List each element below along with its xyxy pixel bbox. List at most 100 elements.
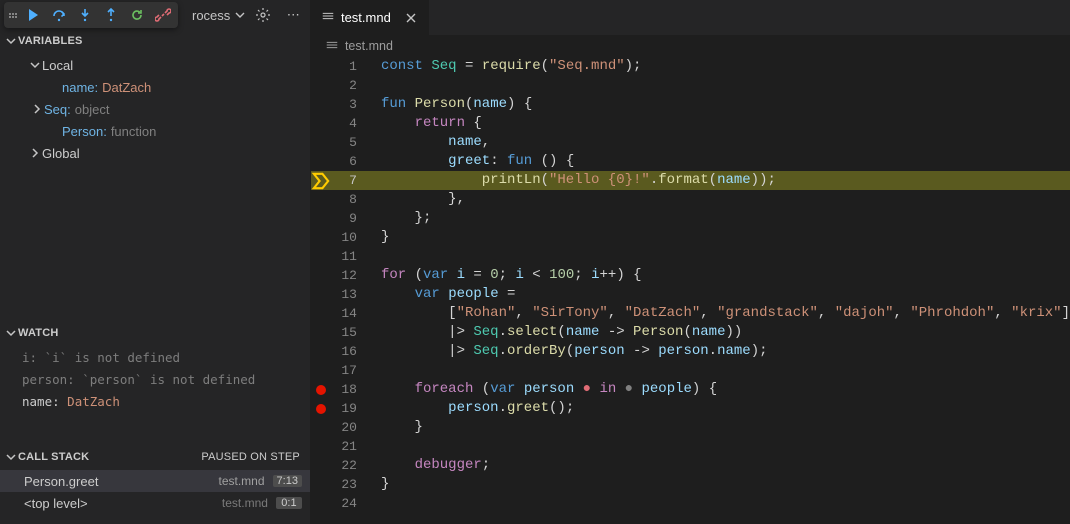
- code-line[interactable]: 2: [311, 76, 1070, 95]
- code-line[interactable]: 18 foreach (var person ● in ● people) {: [311, 380, 1070, 399]
- code-line[interactable]: 4 return {: [311, 114, 1070, 133]
- continue-button[interactable]: [20, 2, 46, 28]
- var-name[interactable]: name: DatZach: [0, 76, 310, 98]
- line-number: 21: [331, 437, 371, 456]
- watch-header[interactable]: WATCH: [0, 322, 310, 344]
- line-content: |> Seq.orderBy(person -> person.name);: [371, 342, 1070, 361]
- breadcrumb[interactable]: test.mnd: [311, 35, 1070, 57]
- line-content: debugger;: [371, 456, 1070, 475]
- tab-label: test.mnd: [341, 10, 391, 25]
- editor-area: test.mnd test.mnd 1const Seq = require("…: [310, 0, 1070, 524]
- callstack-status: PAUSED ON STEP: [201, 451, 310, 463]
- breakpoint-icon: [316, 385, 326, 395]
- chevron-right-icon: [30, 103, 44, 115]
- var-person[interactable]: Person: function: [0, 120, 310, 142]
- variables-panel: Local name: DatZach Seq: object Person: …: [0, 52, 310, 282]
- code-line[interactable]: 6 greet: fun () {: [311, 152, 1070, 171]
- code-line[interactable]: 16 |> Seq.orderBy(person -> person.name)…: [311, 342, 1070, 361]
- debug-sidebar: rocess ⋯ VARIABLES Local name: DatZach S…: [0, 0, 310, 524]
- watch-item[interactable]: i: `i` is not defined: [0, 346, 310, 368]
- watch-item[interactable]: name: DatZach: [0, 390, 310, 412]
- line-number: 22: [331, 456, 371, 475]
- line-number: 14: [331, 304, 371, 323]
- line-content: };: [371, 209, 1070, 228]
- line-content: }: [371, 228, 1070, 247]
- code-line[interactable]: 8 },: [311, 190, 1070, 209]
- more-actions-icon[interactable]: ⋯: [280, 2, 306, 28]
- chevron-down-icon: [4, 35, 18, 47]
- line-content: foreach (var person ● in ● people) {: [371, 380, 1070, 399]
- line-number: 20: [331, 418, 371, 437]
- line-number: 23: [331, 475, 371, 494]
- settings-gear-icon[interactable]: [250, 2, 276, 28]
- code-line[interactable]: 5 name,: [311, 133, 1070, 152]
- code-line[interactable]: 10}: [311, 228, 1070, 247]
- code-line[interactable]: 13 var people =: [311, 285, 1070, 304]
- scope-local[interactable]: Local: [0, 54, 310, 76]
- code-line[interactable]: 19 person.greet();: [311, 399, 1070, 418]
- disconnect-button[interactable]: [150, 2, 176, 28]
- line-number: 3: [331, 95, 371, 114]
- code-line[interactable]: 23}: [311, 475, 1070, 494]
- gutter-glyph[interactable]: [311, 171, 331, 191]
- code-line[interactable]: 11: [311, 247, 1070, 266]
- stack-frame[interactable]: <top level> test.mnd 0:1: [0, 492, 310, 514]
- line-number: 11: [331, 247, 371, 266]
- line-number: 15: [331, 323, 371, 342]
- callstack-title: CALL STACK: [18, 451, 89, 463]
- code-line[interactable]: 22 debugger;: [311, 456, 1070, 475]
- line-number: 5: [331, 133, 371, 152]
- code-line[interactable]: 12for (var i = 0; i < 100; i++) {: [311, 266, 1070, 285]
- scope-local-label: Local: [42, 58, 73, 73]
- line-number: 18: [331, 380, 371, 399]
- debug-config-dropdown[interactable]: rocess: [192, 8, 246, 23]
- code-line[interactable]: 24: [311, 494, 1070, 513]
- line-content: }: [371, 418, 1070, 437]
- debug-config-label: rocess: [192, 8, 230, 23]
- code-line[interactable]: 1const Seq = require("Seq.mnd");: [311, 57, 1070, 76]
- restart-button[interactable]: [124, 2, 150, 28]
- tab-bar: test.mnd: [311, 0, 1070, 35]
- code-line[interactable]: 3fun Person(name) {: [311, 95, 1070, 114]
- code-line[interactable]: 7 printLn("Hello {0}!".format(name));: [311, 171, 1070, 190]
- code-line[interactable]: 14 ["Rohan", "SirTony", "DatZach", "gran…: [311, 304, 1070, 323]
- file-icon: [321, 9, 335, 26]
- step-over-button[interactable]: [46, 2, 72, 28]
- line-number: 10: [331, 228, 371, 247]
- stack-frame[interactable]: Person.greet test.mnd 7:13: [0, 470, 310, 492]
- step-out-button[interactable]: [98, 2, 124, 28]
- current-line-icon: [311, 171, 331, 191]
- code-line[interactable]: 20 }: [311, 418, 1070, 437]
- debug-toolbar: [4, 2, 178, 28]
- code-editor[interactable]: 1const Seq = require("Seq.mnd");23fun Pe…: [311, 57, 1070, 524]
- scope-global[interactable]: Global: [0, 142, 310, 164]
- file-icon: [325, 38, 339, 55]
- line-content: var people =: [371, 285, 1070, 304]
- line-content: |> Seq.select(name -> Person(name)): [371, 323, 1070, 342]
- callstack-header[interactable]: CALL STACK PAUSED ON STEP: [0, 446, 310, 468]
- toolbar-grip[interactable]: [6, 13, 20, 18]
- chevron-down-icon: [28, 59, 42, 71]
- watch-item[interactable]: person: `person` is not defined: [0, 368, 310, 390]
- line-content: fun Person(name) {: [371, 95, 1070, 114]
- line-content: person.greet();: [371, 399, 1070, 418]
- tab-active[interactable]: test.mnd: [311, 0, 430, 35]
- watch-title: WATCH: [18, 327, 59, 339]
- line-number: 13: [331, 285, 371, 304]
- line-number: 4: [331, 114, 371, 133]
- gutter-glyph[interactable]: [311, 404, 331, 414]
- close-icon[interactable]: [403, 10, 419, 26]
- line-number: 17: [331, 361, 371, 380]
- code-line[interactable]: 9 };: [311, 209, 1070, 228]
- step-into-button[interactable]: [72, 2, 98, 28]
- code-line[interactable]: 17: [311, 361, 1070, 380]
- line-number: 7: [331, 171, 371, 190]
- callstack-panel: Person.greet test.mnd 7:13 <top level> t…: [0, 468, 310, 524]
- var-seq[interactable]: Seq: object: [0, 98, 310, 120]
- gutter-glyph[interactable]: [311, 385, 331, 395]
- variables-header[interactable]: VARIABLES: [0, 30, 310, 52]
- code-line[interactable]: 15 |> Seq.select(name -> Person(name)): [311, 323, 1070, 342]
- code-line[interactable]: 21: [311, 437, 1070, 456]
- line-content: ["Rohan", "SirTony", "DatZach", "grandst…: [371, 304, 1070, 323]
- line-number: 16: [331, 342, 371, 361]
